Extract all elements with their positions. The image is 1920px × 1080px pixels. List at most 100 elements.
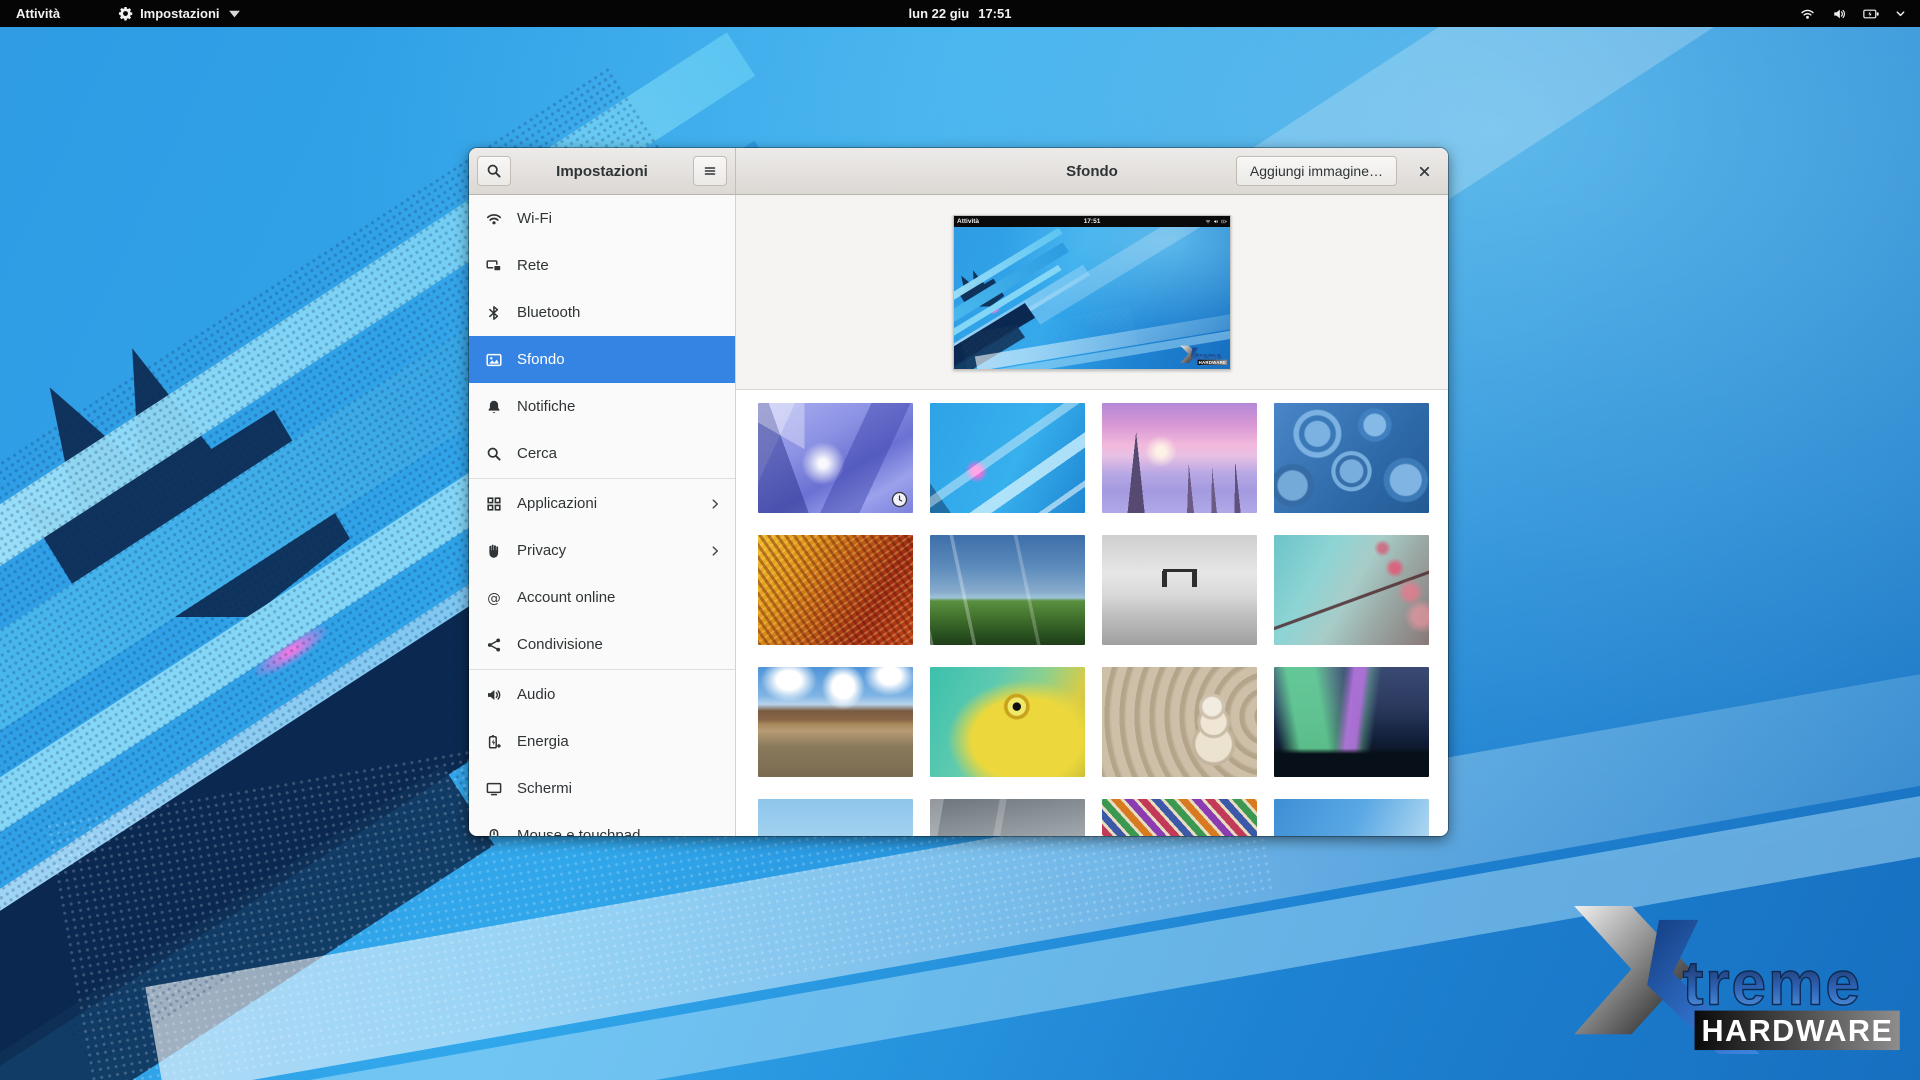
search-button[interactable] xyxy=(477,156,511,186)
sidebar-item-audio[interactable]: Audio xyxy=(469,671,735,718)
top-bar: Attività Impostazioni lun 22 giu 17:51 xyxy=(0,0,1920,27)
window-body: Wi-Fi Rete Bluetooth Sfondo Notifiche Cerca Ap… xyxy=(469,195,1448,836)
page-title: Sfondo xyxy=(1066,163,1118,180)
clock-time: 17:51 xyxy=(978,6,1011,21)
add-image-button[interactable]: Aggiungi immagine… xyxy=(1236,156,1397,186)
logo-hardware-text: HARDWARE xyxy=(1701,1014,1893,1048)
sidebar-item-label: Energia xyxy=(517,733,569,750)
logo-treme-text: treme xyxy=(1683,950,1862,1019)
chevron-down-icon xyxy=(1895,8,1906,19)
caret-down-icon xyxy=(227,6,242,21)
preview-volume-icon xyxy=(1213,219,1219,224)
sidebar-item-label: Sfondo xyxy=(517,351,565,368)
wallpaper-thumbnail[interactable] xyxy=(1102,667,1257,777)
wallpaper-thumbnail[interactable] xyxy=(930,535,1085,645)
wallpaper-thumbnail[interactable] xyxy=(758,799,913,836)
wallpaper-thumbnail[interactable] xyxy=(758,403,913,513)
app-menu-label: Impostazioni xyxy=(140,6,219,21)
gear-icon xyxy=(118,6,133,21)
wallpaper-thumbnail[interactable] xyxy=(1274,799,1429,836)
hand-icon xyxy=(486,543,502,559)
sidebar-item-condivisione[interactable]: Condivisione xyxy=(469,621,735,668)
volume-icon xyxy=(1831,7,1848,21)
wallpaper-thumbnail[interactable] xyxy=(758,535,913,645)
sidebar: Wi-Fi Rete Bluetooth Sfondo Notifiche Cerca Ap… xyxy=(469,195,736,836)
wallpaper-icon xyxy=(486,352,502,368)
time-of-day-badge-icon xyxy=(891,491,908,508)
display-icon xyxy=(486,781,502,797)
sidebar-item-label: Cerca xyxy=(517,445,557,462)
xtreme-hardware-logo: treme HARDWARE xyxy=(1179,345,1228,365)
sidebar-item-notifiche[interactable]: Notifiche xyxy=(469,383,735,430)
wallpaper-thumbnail[interactable] xyxy=(930,667,1085,777)
share-icon xyxy=(486,637,502,653)
wallpaper-thumbnail[interactable] xyxy=(758,667,913,777)
activities-button[interactable]: Attività xyxy=(0,0,76,27)
preview-status-icons xyxy=(1205,219,1227,224)
sidebar-item-label: Notifiche xyxy=(517,398,575,415)
background-panel: Attività 17:51 xyxy=(736,195,1448,836)
close-button[interactable] xyxy=(1411,158,1437,184)
logo-treme-text: treme xyxy=(1196,351,1222,361)
current-wallpaper-section: Attività 17:51 xyxy=(736,195,1448,390)
preview-top-bar: Attività 17:51 xyxy=(954,216,1230,227)
sidebar-item-label: Audio xyxy=(517,686,555,703)
clock[interactable]: lun 22 giu 17:51 xyxy=(909,6,1012,21)
wallpaper-thumbnail[interactable] xyxy=(930,403,1085,513)
speaker-icon xyxy=(486,687,502,703)
chevron-right-icon xyxy=(708,544,722,558)
wallpaper-thumbnail[interactable] xyxy=(1102,799,1257,836)
preview-activities-label: Attività xyxy=(957,218,979,225)
battery-icon xyxy=(486,734,502,750)
xtreme-hardware-logo: treme HARDWARE xyxy=(1567,906,1905,1054)
wallpaper-thumbnail[interactable] xyxy=(930,799,1085,836)
sidebar-item-label: Condivisione xyxy=(517,636,603,653)
wallpaper-thumbnail[interactable] xyxy=(1102,535,1257,645)
sidebar-item-label: Rete xyxy=(517,257,549,274)
current-wallpaper-preview: Attività 17:51 xyxy=(953,215,1231,370)
hamburger-menu-button[interactable] xyxy=(693,156,727,186)
logo-hardware-text: HARDWARE xyxy=(1199,359,1227,364)
wallpaper-thumbnail[interactable] xyxy=(1274,667,1429,777)
system-status-area[interactable] xyxy=(1799,0,1920,27)
search-icon xyxy=(486,446,502,462)
app-menu-button[interactable]: Impostazioni xyxy=(110,0,249,27)
wifi-icon xyxy=(486,211,502,227)
sidebar-item-account-online[interactable]: @ Account online xyxy=(469,574,735,621)
sidebar-item-bluetooth[interactable]: Bluetooth xyxy=(469,289,735,336)
preview-wallpaper-image: treme HARDWARE xyxy=(954,227,1230,369)
sidebar-item-label: Wi-Fi xyxy=(517,210,552,227)
sidebar-item-label: Applicazioni xyxy=(517,495,597,512)
sidebar-item-cerca[interactable]: Cerca xyxy=(469,430,735,477)
preview-wallpaper-scene: treme HARDWARE xyxy=(954,227,1230,369)
sidebar-item-label: Mouse e touchpad xyxy=(517,827,640,836)
sidebar-item-label: Account online xyxy=(517,589,615,606)
sidebar-item-privacy[interactable]: Privacy xyxy=(469,527,735,574)
preview-wifi-icon xyxy=(1205,219,1211,224)
mouse-icon xyxy=(486,828,502,837)
sidebar-item-sfondo[interactable]: Sfondo xyxy=(469,336,735,383)
wallpaper-thumbnail[interactable] xyxy=(1102,403,1257,513)
window-title: Impostazioni xyxy=(511,163,693,180)
sidebar-item-applicazioni[interactable]: Applicazioni xyxy=(469,480,735,527)
settings-window: Impostazioni Sfondo Aggiungi immagine… W… xyxy=(469,148,1448,836)
sidebar-item-rete[interactable]: Rete xyxy=(469,242,735,289)
bluetooth-icon xyxy=(486,305,502,321)
sidebar-item-wi-fi[interactable]: Wi-Fi xyxy=(469,195,735,242)
at-icon: @ xyxy=(486,590,502,606)
sidebar-separator xyxy=(469,669,735,670)
wallpaper-thumbnail[interactable] xyxy=(1274,535,1429,645)
svg-text:@: @ xyxy=(487,590,501,606)
close-icon xyxy=(1417,164,1432,179)
wallpaper-thumbnail[interactable] xyxy=(1274,403,1429,513)
sidebar-item-label: Bluetooth xyxy=(517,304,580,321)
battery-h-icon xyxy=(1863,7,1880,21)
sidebar-item-mouse-e-touchpad[interactable]: Mouse e touchpad xyxy=(469,812,735,836)
sidebar-item-schermi[interactable]: Schermi xyxy=(469,765,735,812)
sidebar-item-energia[interactable]: Energia xyxy=(469,718,735,765)
search-icon xyxy=(486,163,502,179)
sidebar-headerbar: Impostazioni xyxy=(469,148,736,194)
clock-date: lun 22 giu xyxy=(909,6,970,21)
sidebar-item-label: Privacy xyxy=(517,542,566,559)
headerbar[interactable]: Impostazioni Sfondo Aggiungi immagine… xyxy=(469,148,1448,195)
